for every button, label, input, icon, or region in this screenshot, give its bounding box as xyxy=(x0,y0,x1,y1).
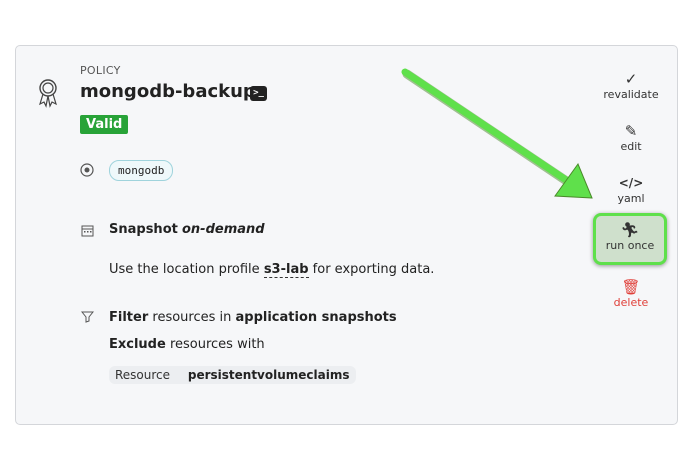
annotation-arrow-icon xyxy=(401,68,593,199)
